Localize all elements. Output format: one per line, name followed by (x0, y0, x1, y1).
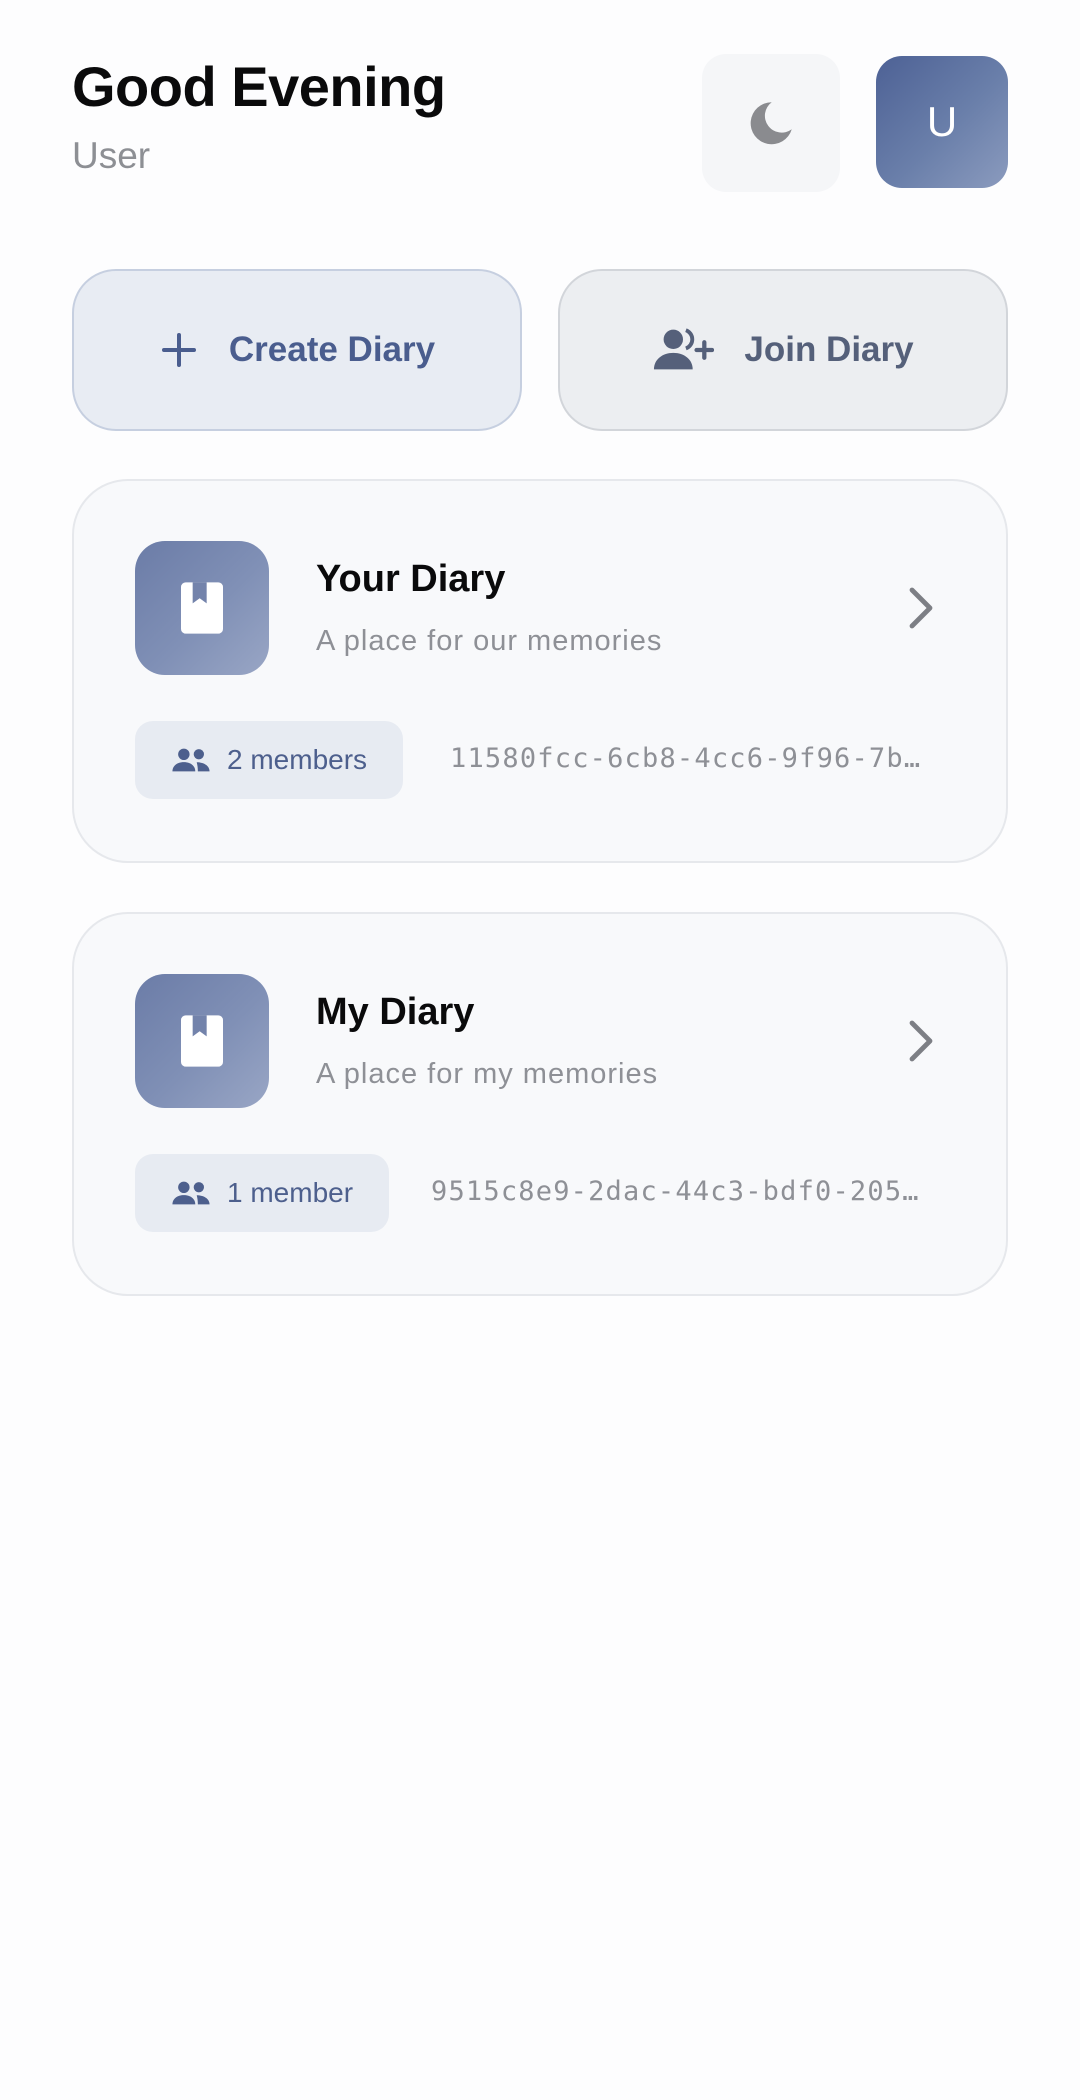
diary-card[interactable]: Your Diary A place for our memories 2 me… (72, 479, 1008, 863)
greeting-title: Good Evening (72, 55, 446, 118)
member-count-label: 1 member (227, 1177, 354, 1208)
avatar-button[interactable]: U (876, 56, 1008, 188)
diary-title: Your Diary (316, 558, 506, 600)
people-icon (172, 748, 210, 772)
home-screen: Good Evening User U Create Diary Join Di… (0, 0, 1080, 2100)
member-count-badge: 2 members (135, 721, 404, 799)
book-icon (181, 1015, 223, 1067)
book-icon (181, 582, 223, 634)
diary-title: My Diary (316, 991, 475, 1033)
username-label: User (72, 135, 151, 176)
header: Good Evening User U (72, 54, 1008, 192)
diary-cover (135, 541, 269, 675)
diary-cover (135, 974, 269, 1108)
create-diary-button[interactable]: Create Diary (72, 269, 522, 431)
create-diary-label: Create Diary (228, 330, 436, 369)
action-row: Create Diary Join Diary (72, 269, 1008, 431)
diary-card[interactable]: My Diary A place for my memories 1 membe… (72, 912, 1008, 1296)
diary-id: 9515c8e9-2dac-44c3-bdf0-205… (431, 1176, 920, 1207)
chevron-right-icon (900, 1018, 940, 1064)
diary-description: A place for my memories (316, 1058, 659, 1090)
member-count-label: 2 members (227, 744, 368, 775)
plus-icon (161, 333, 196, 367)
member-count-badge: 1 member (135, 1154, 390, 1232)
add-person-icon (654, 328, 715, 370)
moon-icon (750, 102, 792, 145)
diary-id: 11580fcc-6cb8-4cc6-9f96-7b… (450, 743, 922, 774)
join-diary-button[interactable]: Join Diary (558, 269, 1008, 431)
theme-toggle-button[interactable] (702, 54, 840, 192)
chevron-right-icon (900, 585, 940, 631)
diary-description: A place for our memories (316, 625, 663, 657)
people-icon (172, 1181, 210, 1205)
join-diary-label: Join Diary (744, 330, 914, 369)
greeting: Good Evening User (72, 54, 446, 178)
avatar-initial: U (926, 98, 958, 145)
